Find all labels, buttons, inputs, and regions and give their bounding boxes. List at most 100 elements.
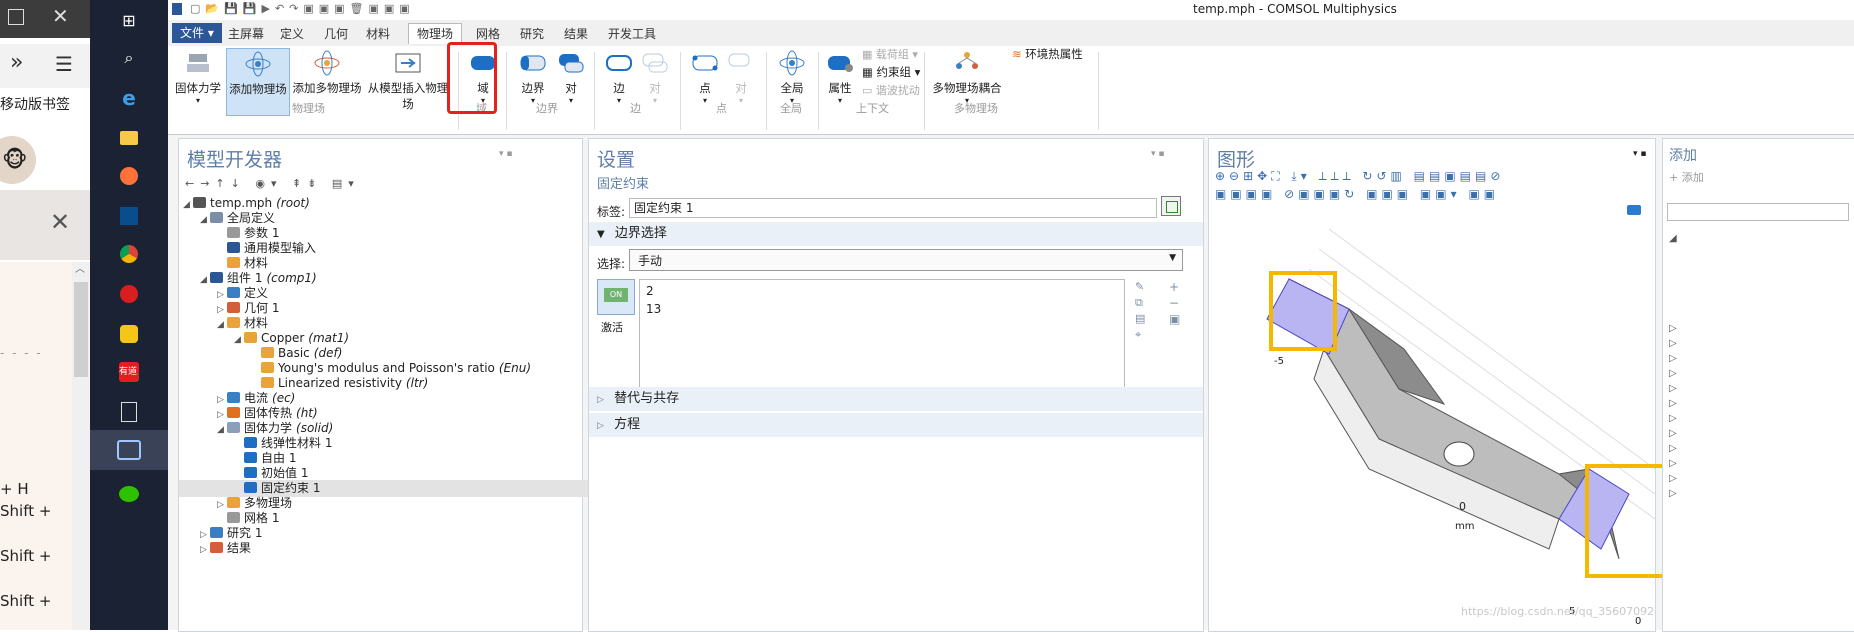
ribbon: 固体力学 ▾ 添加物理场 添加多物理场 从模型插入物理场 物理场 域 ▾ 域 边界 ▾… [168,42,1854,135]
remove-icon[interactable]: − [1169,295,1180,311]
override-section[interactable]: ▷ 替代与共存 [589,387,1203,411]
scrollbar-thumb[interactable] [74,282,88,377]
edge-button[interactable]: 边 ▾ [604,50,634,105]
clear-selection-icon[interactable]: ▤ [1135,311,1145,327]
panel-controls[interactable]: ▾ ▪ [1151,149,1164,159]
tab-materials[interactable]: 材料 [358,24,398,44]
close-icon[interactable]: ✕ [50,208,70,236]
bookmark-label[interactable]: 移动版书签 [0,94,70,114]
tree-item-tag: (comp1) [266,271,317,285]
harmonic-perturbation-button[interactable]: ▭ 谐波扰动 [862,82,920,98]
attributes-button[interactable]: 属性 ▾ [824,50,856,105]
tab-geometry[interactable]: 几何 [316,24,356,44]
tab-mesh[interactable]: 网格 [468,24,508,44]
active-toggle[interactable]: ON [597,279,635,315]
comsol-taskbar-item[interactable] [90,430,168,470]
edge-pair-button[interactable]: 对 ▾ [640,50,670,105]
chrome-icon[interactable] [117,242,141,266]
collapse-icon[interactable]: ◢ [234,332,244,349]
tree-item-label: 初始值 1 [261,466,309,480]
list-item[interactable]: 2 [646,284,654,298]
ambient-thermal-button[interactable]: ≋ 环境热属性 [1012,46,1083,62]
tree-item-label: 线弹性材料 1 [261,436,333,450]
multiphysics-coupling-button[interactable]: 多物理场耦合 ▾ [930,50,1004,105]
folder-icon[interactable] [117,126,141,150]
close-icon[interactable]: ✕ [52,4,69,28]
equation-section[interactable]: ▷ 方程 [589,413,1203,437]
tab-results[interactable]: 结果 [556,24,596,44]
add-panel-item[interactable]: + 添加 [1669,169,1704,185]
scroll-up-icon[interactable]: ︿ [75,260,85,275]
point-pair-button[interactable]: 对 ▾ [726,50,756,105]
list-item[interactable]: 13 [646,302,661,316]
solid-mechanics-button[interactable]: 固体力学 ▾ [174,50,222,105]
load-group-label: 载荷组 ▾ [875,48,918,61]
selection-dropdown[interactable]: 手动 ▼ [629,249,1183,271]
collapse-icon[interactable]: ◢ [217,422,227,439]
chevron-down-icon: ▼ [1169,253,1176,263]
collapse-icon: ▼ [597,229,605,240]
restore-icon[interactable] [8,9,24,25]
tree-item[interactable]: ▷ 结果 [200,540,251,557]
insert-physics-from-model-button[interactable]: 从模型插入物理场 [364,50,452,112]
boundary-list[interactable]: 2 13 [639,279,1125,397]
tab-file[interactable]: 文件 ▾ [172,23,222,43]
label-settings-icon[interactable] [1161,196,1181,216]
copy-selection-icon[interactable]: ⧉ [1135,295,1145,311]
app-icon[interactable] [117,204,141,228]
youdao-icon[interactable]: 有道 [117,360,141,384]
firefox-icon[interactable] [117,164,141,188]
add-physics-button[interactable]: 添加物理场 [226,48,290,116]
add-multiphysics-button[interactable]: 添加多物理场 [292,50,362,96]
tab-developer[interactable]: 开发工具 [600,24,664,44]
graphics-toolbar-row1[interactable]: ⊕⊖⊞✥⛶ ⤓▾ ⟂⟂⟂ ↻↺▥ ▤▤▣▤▤⊘ [1215,169,1504,184]
list-toolbar-left[interactable]: ✎ ⧉ ▤ ⌖ [1135,279,1145,343]
collapse-icon[interactable]: ◢ [217,317,227,334]
create-selection-icon[interactable]: ▣ [1169,311,1180,327]
panel-controls[interactable]: ▾ ▪ [1633,149,1646,159]
tab-physics[interactable]: 物理场 [408,23,463,44]
windows-start-icon[interactable]: ⊞ [117,8,141,32]
tab-home[interactable]: 主屏幕 [220,24,272,44]
boundary-button[interactable]: 边界 ▾ [516,50,550,105]
paste-selection-icon[interactable]: ✎ [1135,279,1145,295]
load-group-button[interactable]: ▦ 载荷组 ▾ [862,46,918,62]
panel-controls[interactable]: ▾ ▪ [499,149,512,159]
add-icon[interactable]: + [1169,279,1180,295]
list-toolbar-right[interactable]: + − ▣ [1169,279,1180,327]
point-button[interactable]: 点 ▾ [690,50,720,105]
search-icon[interactable]: ⌕ [117,46,141,70]
collapse-icon[interactable]: ◢ [200,272,210,289]
camera-icon[interactable] [1627,205,1641,215]
equation-label: 方程 [614,417,641,432]
more-icon[interactable]: » [10,50,23,75]
boundary-selection-section[interactable]: ▼ 边界选择 [589,222,1203,246]
zoom-to-selection-icon[interactable]: ⌖ [1135,327,1145,343]
graphics-toolbar-row2[interactable]: ▣▣▣▣ ⊘▣▣▣↻ ▣▣▣ ▣▣▾ ▣▣ [1215,187,1499,201]
collapse-icon[interactable]: ◢ [183,197,193,214]
tab-study[interactable]: 研究 [512,24,552,44]
add-panel-search[interactable] [1667,203,1849,221]
quick-access-toolbar[interactable]: ▢📂💾💾▶↶↷▣▣▣🗑▣▣▣ [190,2,415,15]
expand-icon[interactable]: ▷ [200,542,210,559]
tree-item-label: 材料 [244,256,269,270]
boundary-pair-button[interactable]: 对 ▾ [556,50,586,105]
harmonic-perturbation-label: 谐波扰动 [875,84,920,97]
constraint-group-button[interactable]: ▦ 约束组 ▾ [862,64,920,80]
collapse-icon[interactable]: ◢ [200,212,210,229]
heat-icon: ≋ [1012,47,1026,61]
edge-icon[interactable]: e [117,86,141,110]
ribbon-tabs: 文件 ▾ 主屏幕 定义 几何 材料 物理场 网格 研究 结果 开发工具 [168,20,1854,46]
menu-icon[interactable]: ☰ [55,52,73,76]
global-button[interactable]: 全局 ▾ [774,50,810,105]
tree-item-tag: (solid) [296,421,334,435]
player-icon[interactable] [117,322,141,346]
wechat-icon[interactable] [117,482,141,506]
avatar[interactable]: 🐵 [0,136,36,184]
model-builder-toolbar[interactable]: ←→↑↓ ◉▾ ⇞⇟ ▤▾ [185,177,360,190]
label-input[interactable]: 固定约束 1 [629,198,1157,218]
add-panel-list[interactable]: ◢ ▷ ▷ ▷ ▷ ▷ ▷ ▷ ▷ ▷ ▷ ▷ ▷ [1669,231,1677,501]
calculator-icon[interactable] [117,400,141,424]
music-icon[interactable] [117,282,141,306]
tab-definitions[interactable]: 定义 [272,24,312,44]
